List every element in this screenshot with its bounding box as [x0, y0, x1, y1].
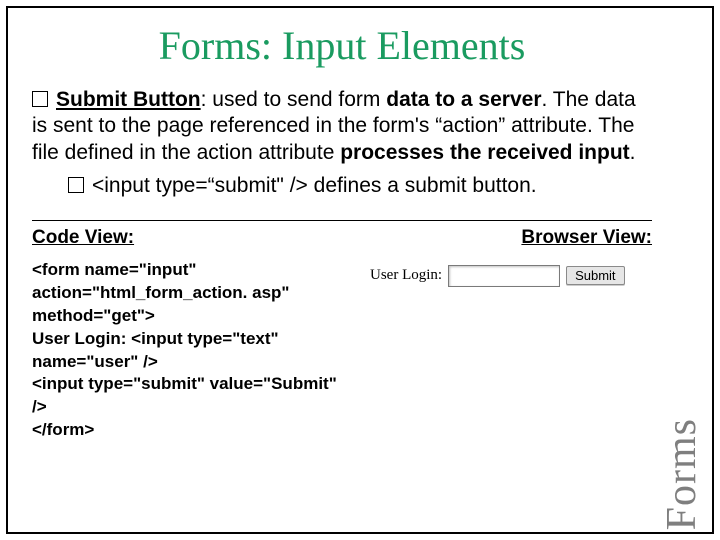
subline-text: <input type=“submit" /> defines a submit… — [92, 174, 537, 197]
browser-demo: User Login: Submit — [370, 265, 625, 287]
demo-label: User Login: — [370, 267, 442, 284]
slide-frame: Forms: Input Elements Submit Button: use… — [6, 6, 714, 534]
submit-button[interactable]: Submit — [566, 266, 624, 285]
sub-bullet: <input type=“submit" /> defines a submit… — [68, 174, 652, 198]
square-bullet-icon — [68, 177, 84, 193]
square-bullet-icon — [32, 91, 48, 107]
browser-view-label: Browser View: — [521, 227, 652, 249]
vertical-section-label: Forms — [658, 418, 706, 530]
para-bold2: processes the received input — [340, 141, 629, 164]
para-seg3: . — [630, 141, 636, 164]
divider — [32, 220, 652, 221]
code-view-label: Code View: — [32, 227, 134, 249]
para-seg1: : used to send form — [201, 88, 387, 111]
lower-columns: <form name="input" action="html_form_act… — [32, 259, 652, 443]
user-login-input[interactable] — [448, 265, 560, 287]
para-bold1: data to a server — [386, 88, 541, 111]
code-snippet: <form name="input" action="html_form_act… — [32, 259, 352, 443]
view-labels-row: Code View: Browser View: — [32, 227, 652, 249]
submit-button-description: Submit Button: used to send form data to… — [32, 87, 652, 166]
slide-title: Forms: Input Elements — [32, 22, 652, 69]
lead-term: Submit Button — [56, 88, 201, 111]
